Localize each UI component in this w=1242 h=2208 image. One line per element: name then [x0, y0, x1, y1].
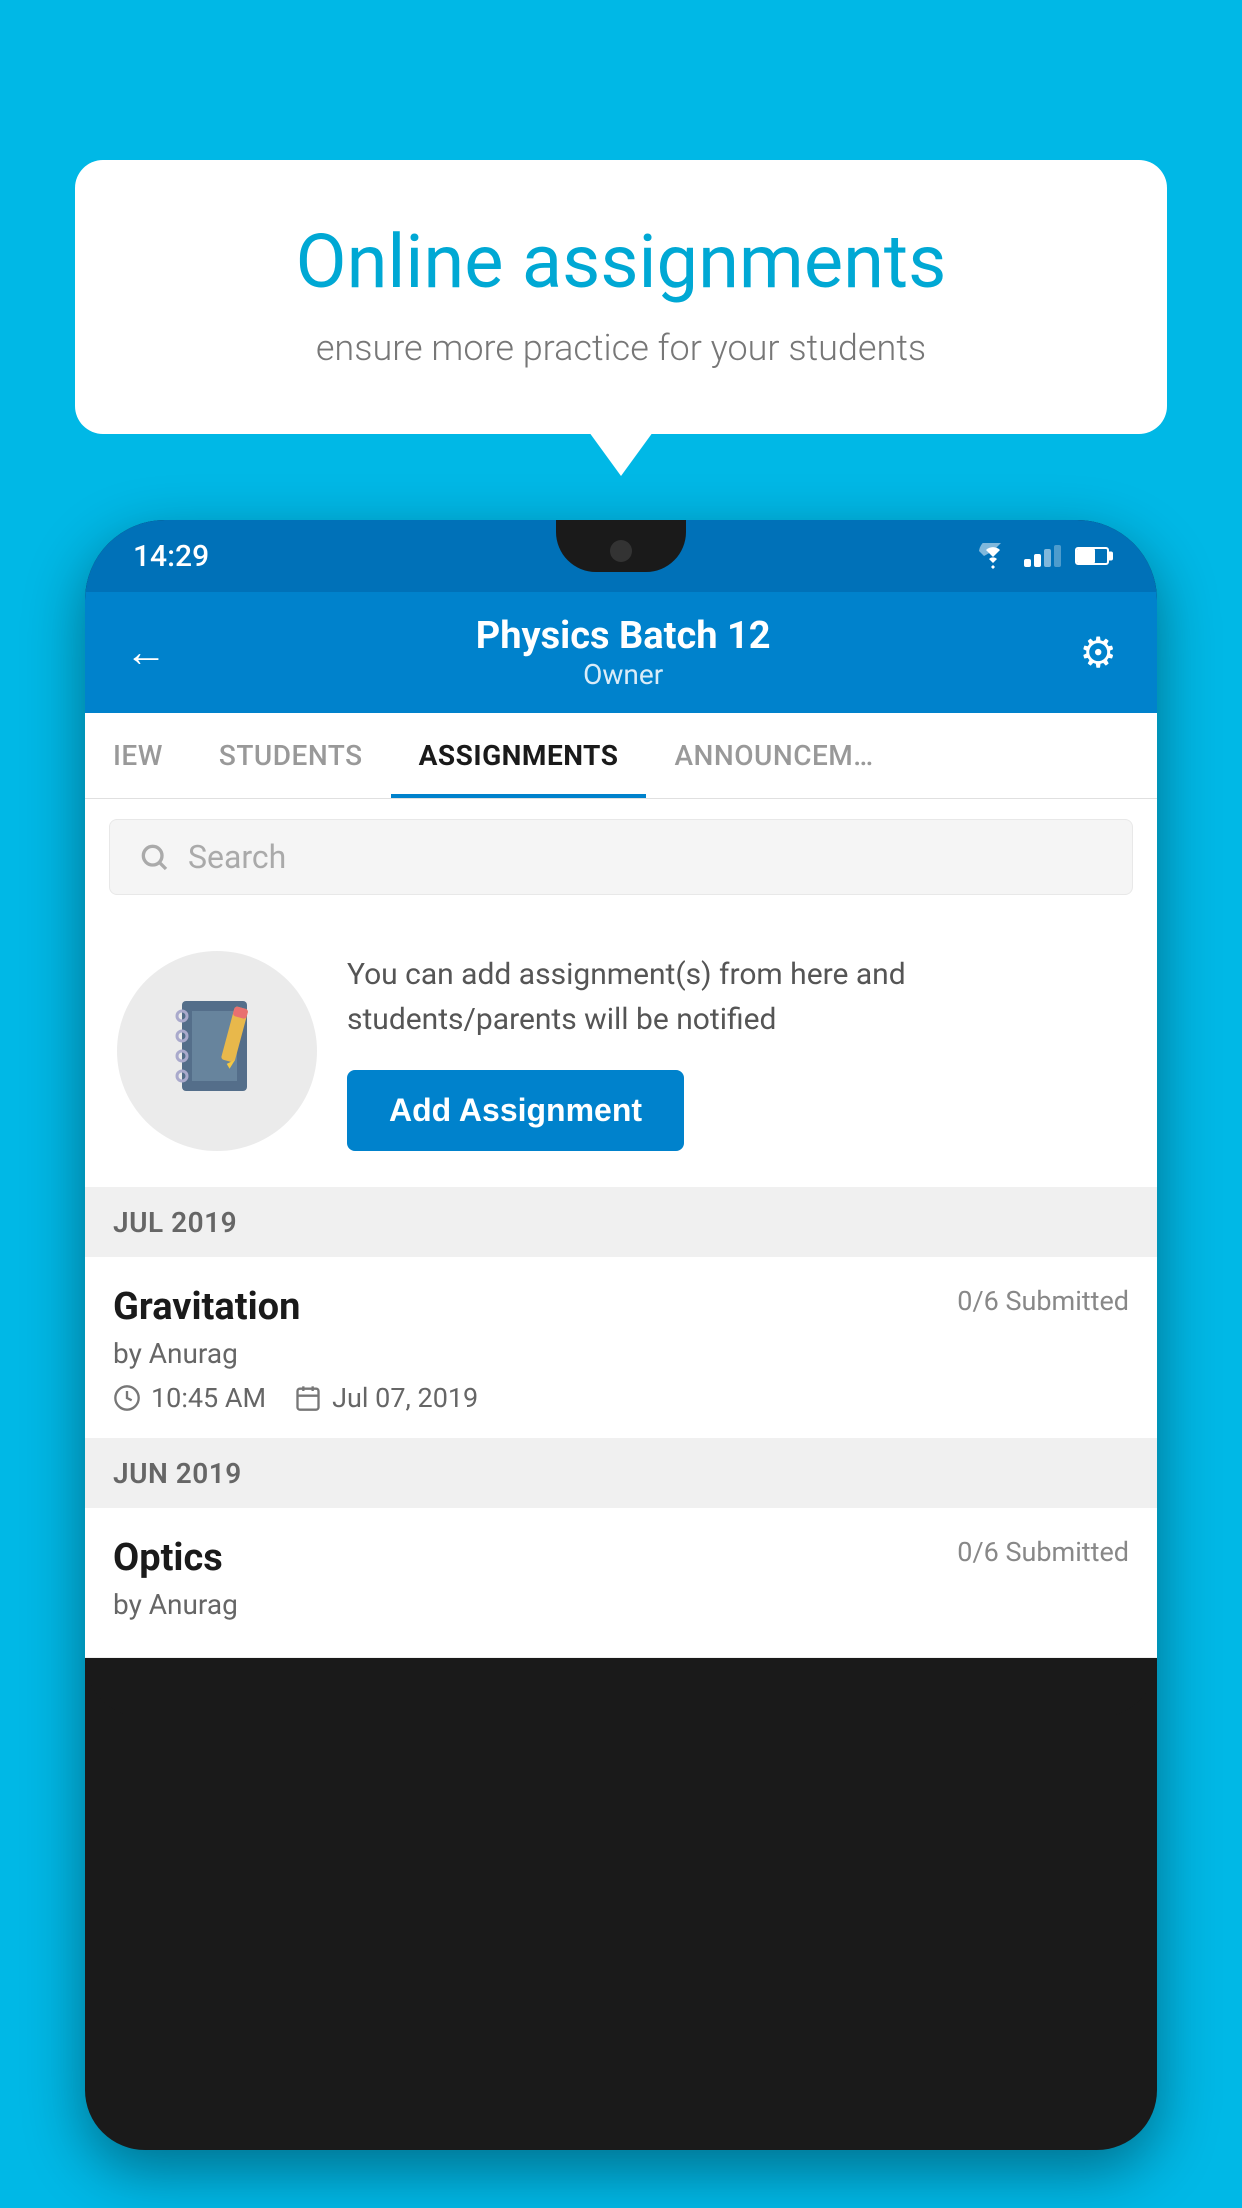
add-assignment-button[interactable]: Add Assignment	[347, 1070, 684, 1151]
date-meta: Jul 07, 2019	[294, 1382, 478, 1414]
tab-iew[interactable]: IEW	[85, 713, 191, 798]
header-subtitle: Owner	[476, 658, 771, 691]
assignment-author-optics: by Anurag	[113, 1588, 1129, 1621]
status-time: 14:29	[133, 539, 209, 574]
speech-bubble: Online assignments ensure more practice …	[75, 160, 1167, 434]
app-header: ← Physics Batch 12 Owner ⚙	[85, 592, 1157, 713]
phone-container: 14:29	[85, 520, 1157, 2208]
assignment-item-gravitation[interactable]: Gravitation 0/6 Submitted by Anurag 10:4…	[85, 1257, 1157, 1439]
submitted-badge-optics: 0/6 Submitted	[957, 1536, 1129, 1568]
promo-section: You can add assignment(s) from here and …	[85, 915, 1157, 1188]
assignment-meta: 10:45 AM Jul 07, 2019	[113, 1382, 1129, 1414]
assignment-date: Jul 07, 2019	[332, 1382, 478, 1414]
header-center: Physics Batch 12 Owner	[476, 614, 771, 691]
assignment-author: by Anurag	[113, 1337, 1129, 1370]
search-icon	[138, 841, 170, 873]
search-placeholder: Search	[188, 838, 286, 876]
notebook-icon	[167, 996, 267, 1106]
status-bar: 14:29	[85, 520, 1157, 592]
tabs-container: IEW STUDENTS ASSIGNMENTS ANNOUNCEM…	[85, 713, 1157, 799]
promo-description: You can add assignment(s) from here and …	[347, 952, 1125, 1042]
promo-text-area: You can add assignment(s) from here and …	[347, 952, 1125, 1151]
assignment-top-row-optics: Optics 0/6 Submitted	[113, 1536, 1129, 1580]
status-icons	[976, 543, 1109, 569]
front-camera	[610, 540, 632, 562]
time-meta: 10:45 AM	[113, 1382, 266, 1414]
tab-students[interactable]: STUDENTS	[191, 713, 391, 798]
search-container: Search	[85, 799, 1157, 915]
wifi-icon	[976, 543, 1010, 569]
section-header-jun: JUN 2019	[85, 1439, 1157, 1508]
tab-announcements[interactable]: ANNOUNCEM…	[646, 713, 901, 798]
settings-icon[interactable]: ⚙	[1079, 628, 1117, 678]
bubble-subtitle: ensure more practice for your students	[145, 327, 1097, 369]
battery-icon	[1075, 547, 1109, 565]
calendar-icon	[294, 1384, 322, 1412]
tab-assignments[interactable]: ASSIGNMENTS	[391, 713, 647, 798]
signal-icon	[1024, 545, 1061, 567]
assignment-top-row: Gravitation 0/6 Submitted	[113, 1285, 1129, 1329]
assignment-time: 10:45 AM	[151, 1382, 266, 1414]
assignment-name: Gravitation	[113, 1285, 300, 1329]
bubble-title: Online assignments	[145, 220, 1097, 305]
back-button[interactable]: ←	[125, 628, 167, 677]
search-bar[interactable]: Search	[109, 819, 1133, 895]
phone-content: Search	[85, 799, 1157, 1658]
phone-frame: 14:29	[85, 520, 1157, 2150]
clock-icon	[113, 1384, 141, 1412]
submitted-badge: 0/6 Submitted	[957, 1285, 1129, 1317]
speech-bubble-container: Online assignments ensure more practice …	[75, 160, 1167, 434]
promo-icon-circle	[117, 951, 317, 1151]
header-title: Physics Batch 12	[476, 614, 771, 658]
assignment-name-optics: Optics	[113, 1536, 223, 1580]
phone-notch	[556, 520, 686, 572]
assignment-item-optics[interactable]: Optics 0/6 Submitted by Anurag	[85, 1508, 1157, 1658]
section-header-jul: JUL 2019	[85, 1188, 1157, 1257]
phone-bottom-bar	[85, 1658, 1157, 1718]
